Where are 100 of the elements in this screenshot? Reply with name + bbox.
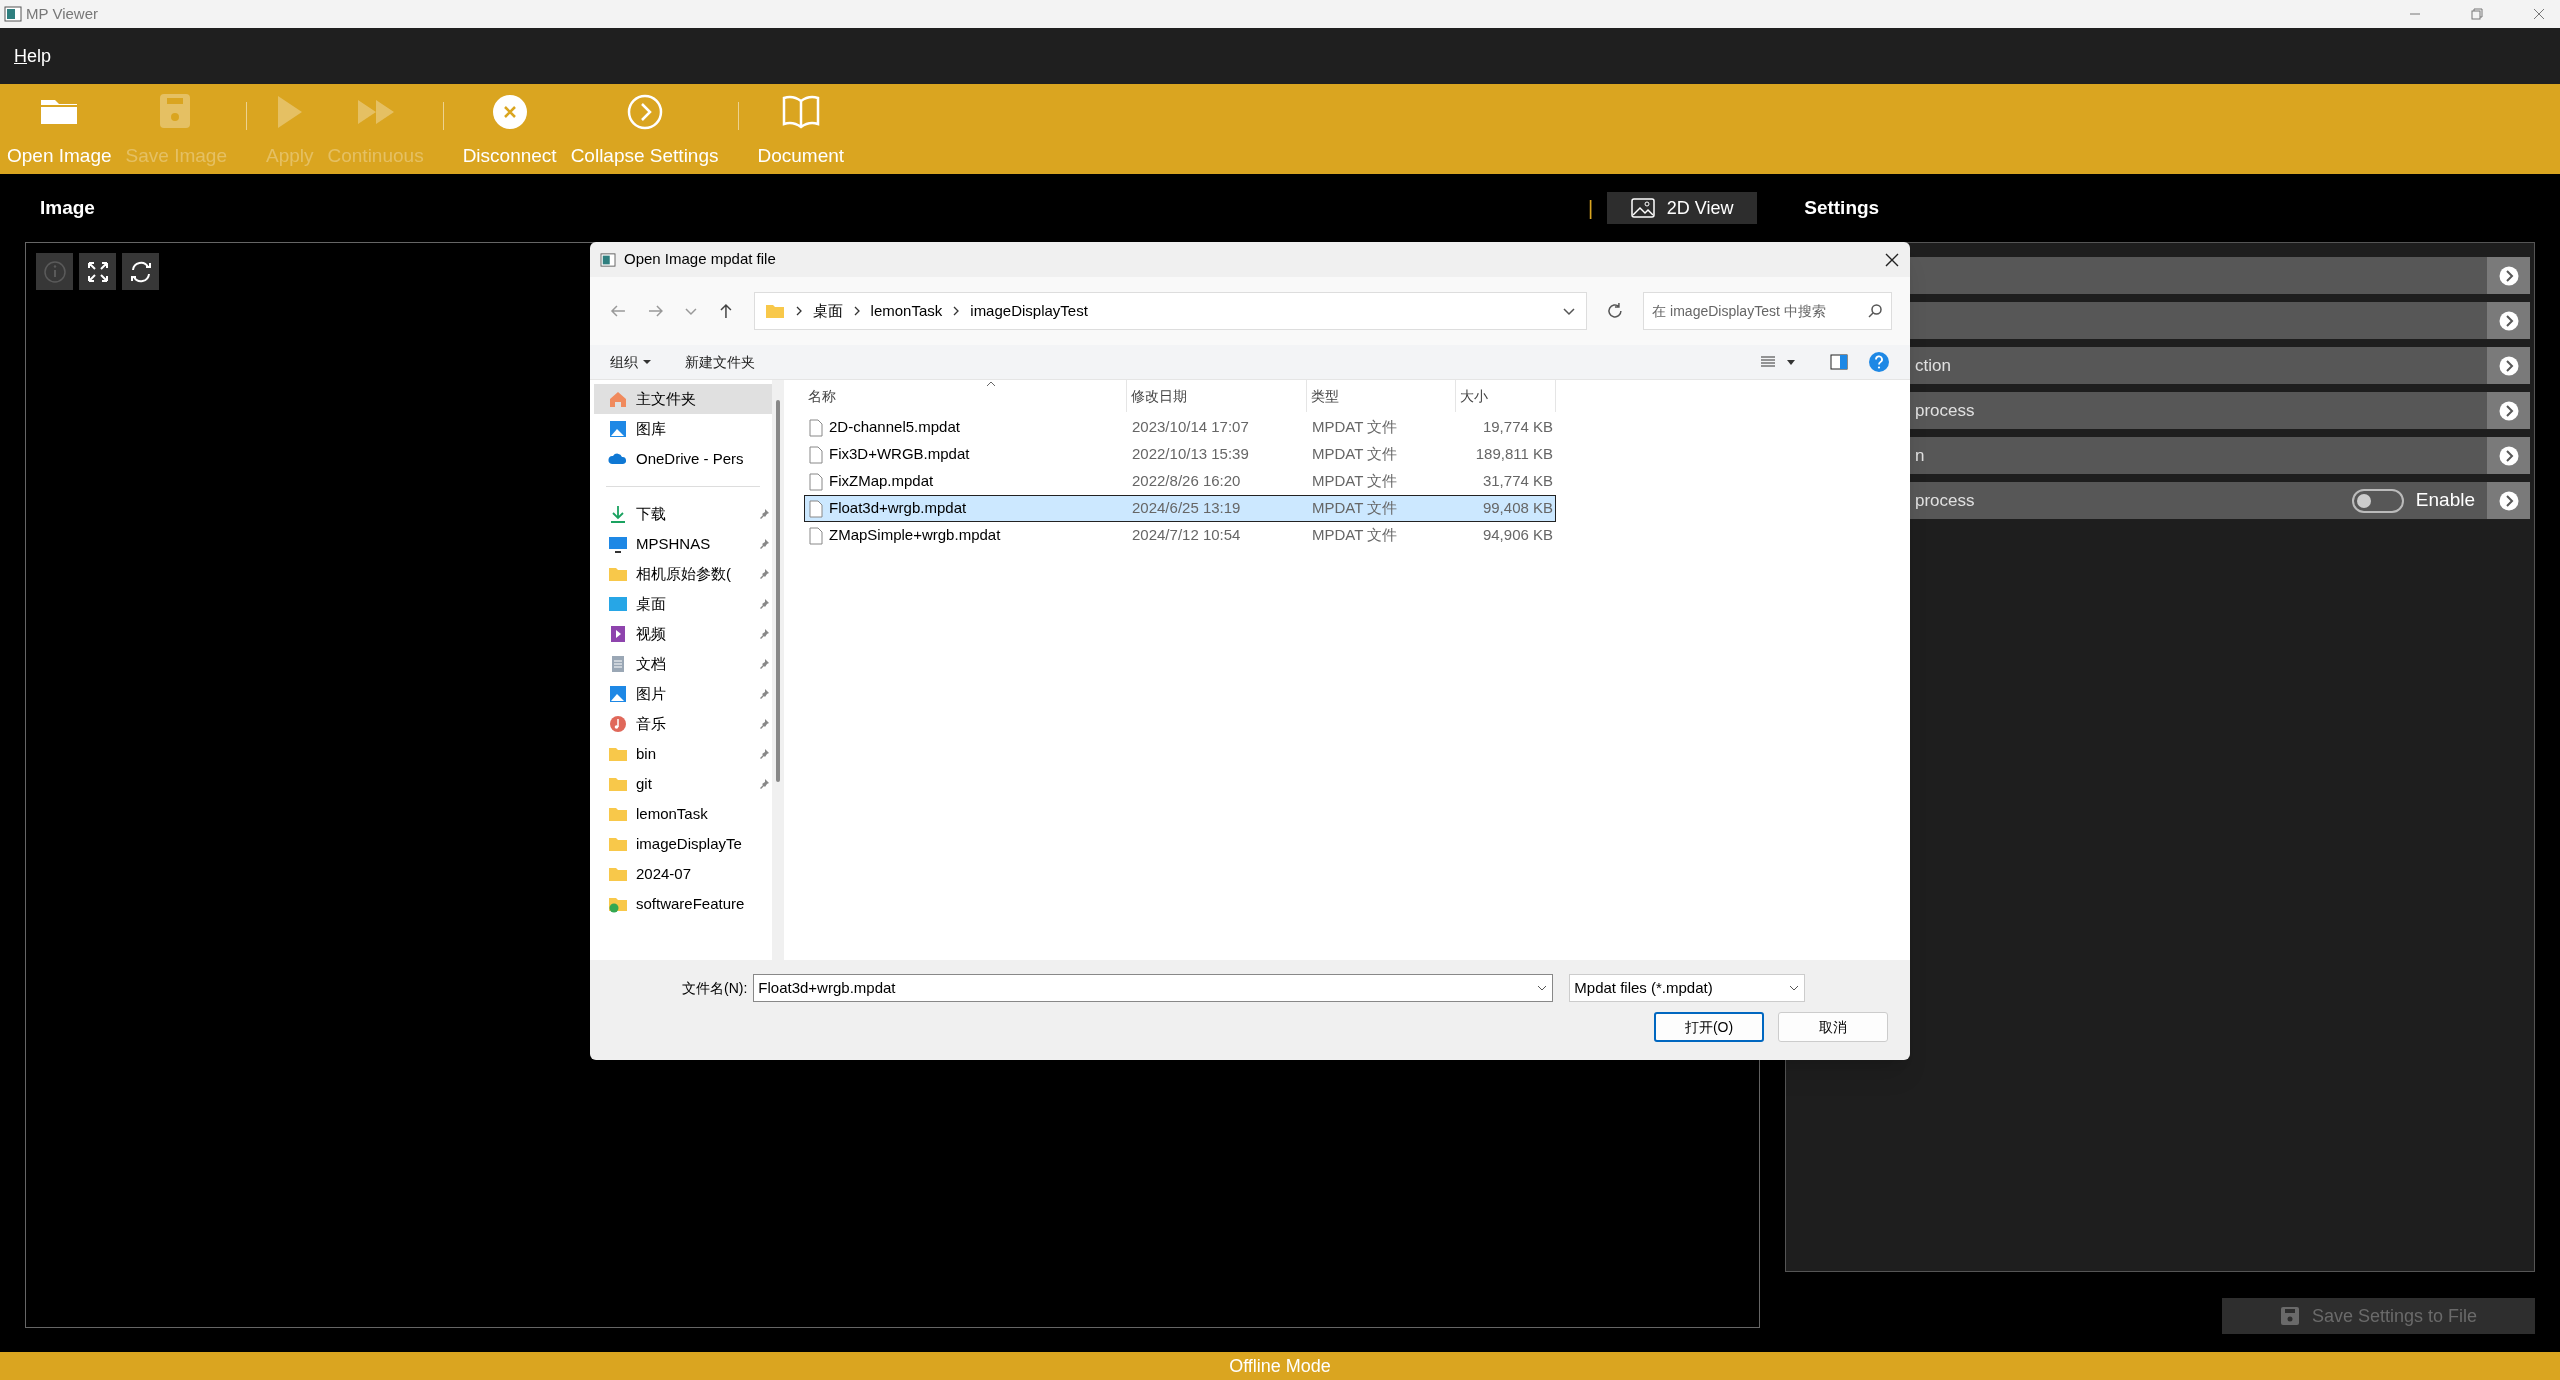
download-icon <box>608 504 628 524</box>
app-icon <box>600 252 616 267</box>
sidebar-item[interactable]: git <box>594 769 772 799</box>
sort-caret-icon <box>986 381 996 387</box>
menu-item[interactable]: Help <box>14 42 52 70</box>
file-size: 94,906 KB <box>1481 525 1553 546</box>
pin-icon <box>758 748 770 760</box>
file-type: MPDAT 文件 <box>1311 525 1399 546</box>
sidebar-item[interactable]: 主文件夹 <box>594 384 772 414</box>
column-header[interactable]: 类型 <box>1307 380 1456 412</box>
file-type: MPDAT 文件 <box>1311 471 1399 492</box>
view-button[interactable]: 2D View <box>1607 192 1758 224</box>
pin-icon <box>758 778 770 790</box>
sidebar-item[interactable]: lemonTask <box>594 799 772 829</box>
divider-mark: | <box>1588 196 1594 221</box>
sidebar-item[interactable]: bin <box>594 739 772 769</box>
sidebar-item[interactable]: softwareFeature <box>594 889 772 919</box>
file-row[interactable]: Float3d+wrgb.mpdat 2024/6/25 13:19 MPDAT 文件 99,408 KB <box>804 495 1556 522</box>
address-bar[interactable]: 桌面 lemonTask imageDisplayTest <box>753 292 1588 330</box>
chevron-icon <box>952 305 961 317</box>
pin-icon <box>758 718 770 730</box>
file-row[interactable]: FixZMap.mpdat 2022/8/26 16:20 MPDAT 文件 31,774 KB <box>804 468 1556 495</box>
pin-icon <box>758 568 770 580</box>
dialog-title: Open Image mpdat file <box>624 249 776 270</box>
sidebar-item[interactable]: 下载 <box>594 499 772 529</box>
home-icon <box>608 389 628 409</box>
breadcrumb-item[interactable]: lemonTask <box>870 299 943 323</box>
file-row[interactable]: ZMapSimple+wrgb.mpdat 2024/7/12 10:54 MPDAT 文件 94,906 KB <box>804 522 1556 549</box>
file-icon <box>809 472 823 491</box>
desktop-icon <box>608 594 628 614</box>
column-header[interactable]: 名称 <box>804 380 1127 412</box>
sidebar-item[interactable]: 文档 <box>594 649 772 679</box>
command-button[interactable]: 组织 <box>610 351 651 373</box>
sidebar-item[interactable]: imageDisplayTe <box>594 829 772 859</box>
preview-pane-icon[interactable] <box>1830 354 1848 370</box>
dialog-button[interactable]: 打开(O) <box>1654 1012 1764 1042</box>
file-type: MPDAT 文件 <box>1311 417 1399 438</box>
panel-title: Settings <box>1804 195 1880 220</box>
file-size: 99,408 KB <box>1481 498 1553 519</box>
file-row[interactable]: 2D-channel5.mpdat 2023/10/14 17:07 MPDAT 文件 19,774 KB <box>804 414 1556 441</box>
file-type-dropdown[interactable]: Mpdat files (*.mpdat) <box>1569 974 1806 1002</box>
sidebar-item[interactable]: 视频 <box>594 619 772 649</box>
scrollbar[interactable] <box>772 380 784 960</box>
list-view-icon[interactable] <box>1760 355 1776 369</box>
pictures-icon <box>608 684 628 704</box>
restore-icon[interactable] <box>2470 7 2484 21</box>
file-name-label: 文件名(N): <box>682 978 748 998</box>
search-box[interactable]: 在 imageDisplayTest 中搜索 <box>1643 292 1892 330</box>
close-icon[interactable] <box>1884 251 1900 268</box>
search-field[interactable]: 在 imageDisplayTest 中搜索 <box>1652 300 1863 322</box>
chevron-icon <box>2498 265 2519 286</box>
breadcrumb-item[interactable]: imageDisplayTest <box>970 299 1088 323</box>
chevron-icon <box>852 305 861 317</box>
toggle-label: Enable <box>2415 488 2475 513</box>
chevron-icon <box>794 305 803 317</box>
sidebar-item[interactable]: 桌面 <box>594 589 772 619</box>
sidebar-item[interactable]: 音乐 <box>594 709 772 739</box>
refresh-button[interactable] <box>122 253 159 290</box>
panel-title: Image <box>40 195 95 220</box>
file-type: MPDAT 文件 <box>1311 444 1399 465</box>
caret-icon[interactable] <box>1786 358 1796 366</box>
chevron-icon <box>2498 355 2519 376</box>
pin-icon <box>758 538 770 550</box>
toggle-switch[interactable] <box>2351 488 2404 513</box>
command-button[interactable]: 新建文件夹 <box>685 351 755 373</box>
expand-button[interactable] <box>79 253 116 290</box>
file-date: 2023/10/14 17:07 <box>1131 417 1250 438</box>
column-header[interactable]: 修改日期 <box>1127 380 1307 412</box>
file-name: 2D-channel5.mpdat <box>829 417 960 438</box>
pin-icon <box>758 508 770 520</box>
file-name: FixZMap.mpdat <box>829 471 934 492</box>
sidebar-item[interactable]: OneDrive - Pers <box>594 444 772 474</box>
file-date: 2024/7/12 10:54 <box>1131 525 1242 546</box>
search-icon <box>1867 303 1883 319</box>
breadcrumb-item[interactable]: 桌面 <box>812 299 843 323</box>
pin-icon <box>758 598 770 610</box>
file-name: Float3d+wrgb.mpdat <box>829 498 967 519</box>
status-bar: Offline Mode <box>0 1352 2560 1380</box>
sidebar-item[interactable]: 2024-07 <box>594 859 772 889</box>
column-header[interactable]: 大小 <box>1456 380 1556 412</box>
file-type: MPDAT 文件 <box>1311 498 1399 519</box>
file-icon <box>809 526 823 545</box>
file-size: 31,774 KB <box>1481 471 1553 492</box>
window-title: MP Viewer <box>26 3 98 24</box>
dialog-button[interactable]: 取消 <box>1778 1012 1888 1042</box>
chevron-icon <box>2498 310 2519 331</box>
music-icon <box>608 714 628 734</box>
file-name-field[interactable]: Float3d+wrgb.mpdat <box>758 976 1537 1000</box>
pin-icon <box>758 628 770 640</box>
file-name-box[interactable]: Float3d+wrgb.mpdat <box>753 974 1554 1002</box>
chevron-icon <box>2498 490 2519 511</box>
pin-icon <box>758 658 770 670</box>
file-row[interactable]: Fix3D+WRGB.mpdat 2022/10/13 15:39 MPDAT 文件 189,811 KB <box>804 441 1556 468</box>
sidebar-item[interactable]: 图库 <box>594 414 772 444</box>
sidebar-item[interactable]: 相机原始参数( <box>594 559 772 589</box>
help-icon[interactable] <box>1868 351 1890 373</box>
sidebar-item[interactable]: MPSHNAS <box>594 529 772 559</box>
chevron-icon <box>2498 400 2519 421</box>
sidebar-item[interactable]: 图片 <box>594 679 772 709</box>
chevron-icon <box>2498 445 2519 466</box>
